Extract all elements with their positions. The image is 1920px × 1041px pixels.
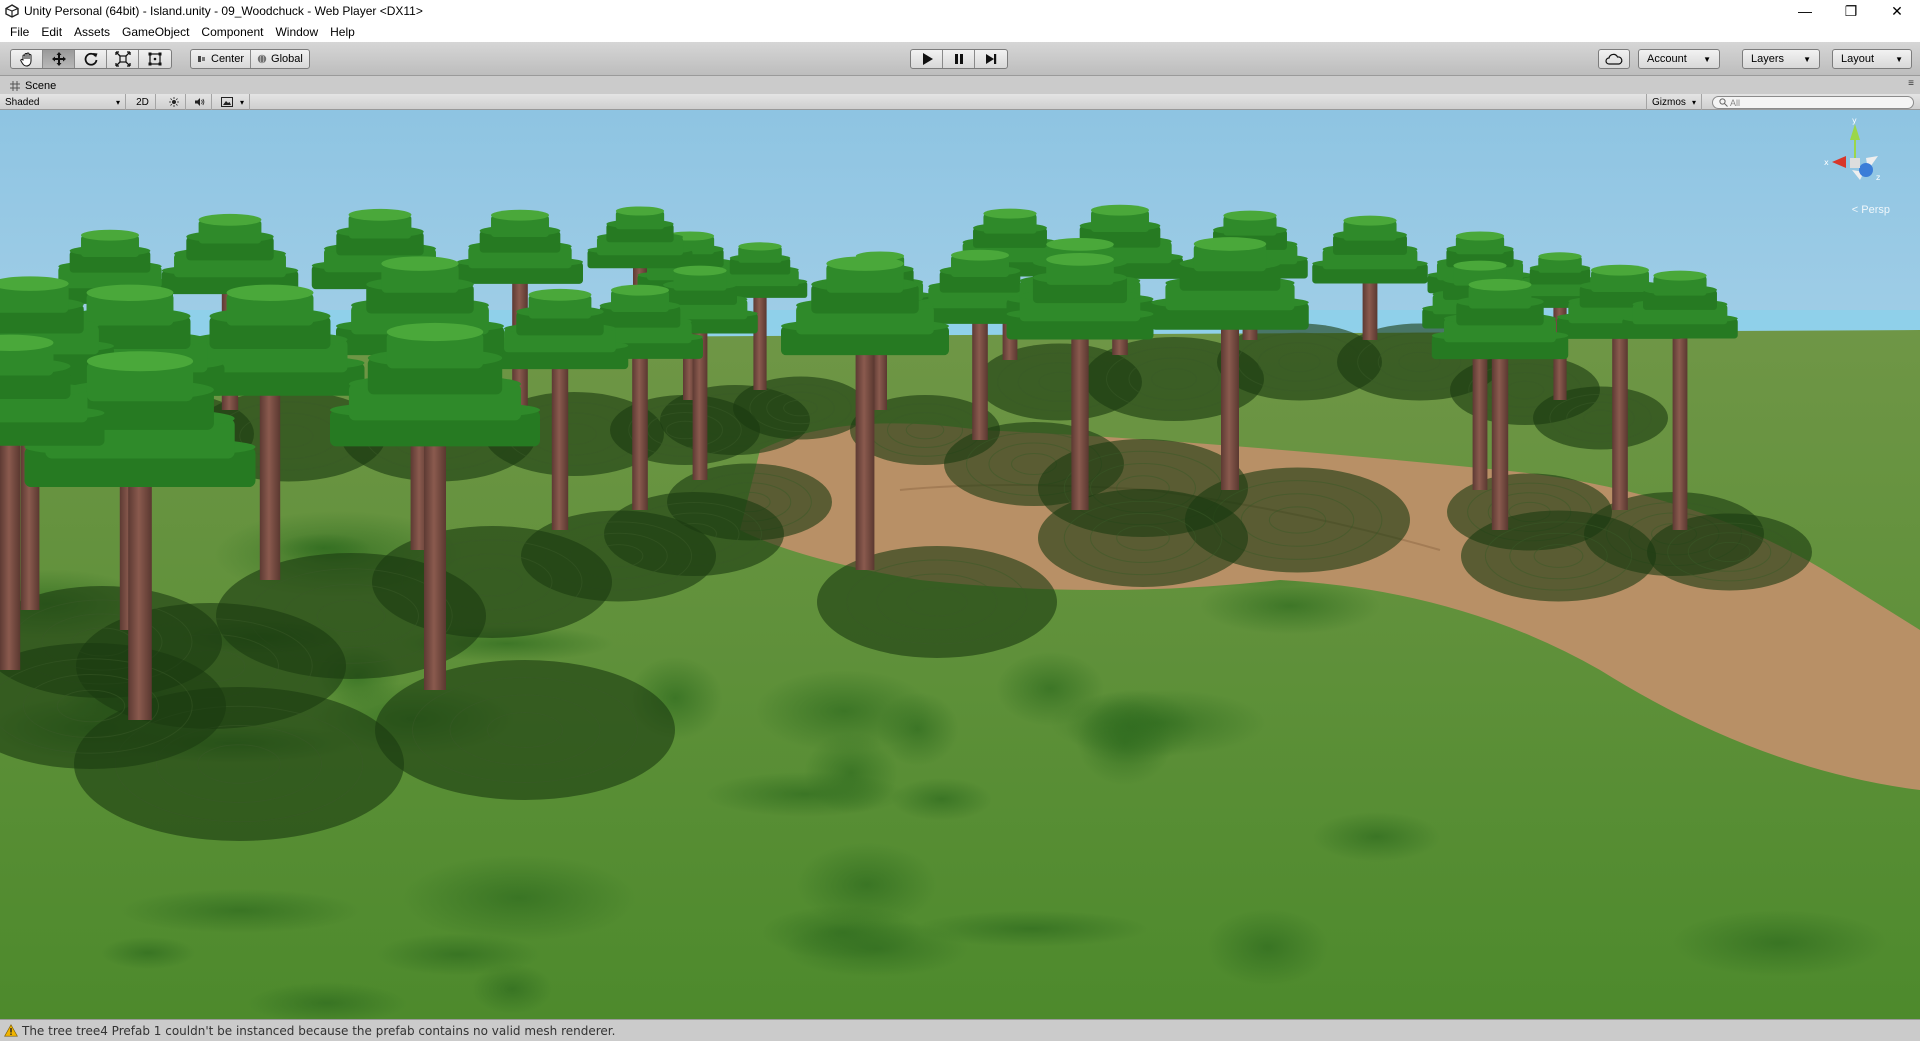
move-icon xyxy=(51,52,66,66)
scene-grid-icon xyxy=(10,80,20,91)
pivot-center-toggle[interactable]: Center xyxy=(191,50,252,68)
pivot-center-icon xyxy=(198,56,205,62)
orientation-gizmo[interactable]: y x z xyxy=(1820,118,1890,218)
status-message: The tree tree4 Prefab 1 couldn't be inst… xyxy=(22,1023,616,1038)
menu-window[interactable]: Window xyxy=(269,22,324,42)
cloud-icon xyxy=(1605,53,1623,65)
scene-toolbar: Shaded ▾ 2D ▾ Gizmos ▾ All xyxy=(0,94,1920,110)
layers-dropdown[interactable]: Layers ▼ xyxy=(1742,49,1820,69)
scale-icon xyxy=(114,51,131,67)
pivot-global-label: Global xyxy=(271,53,303,65)
menu-help[interactable]: Help xyxy=(324,22,361,42)
hand-tool-button[interactable] xyxy=(11,50,43,68)
maximize-button[interactable]: ❐ xyxy=(1828,0,1874,22)
gizmo-x-label: x xyxy=(1824,158,1829,167)
audio-toggle[interactable] xyxy=(188,94,212,110)
play-icon xyxy=(922,53,933,65)
scene-search-input[interactable]: All xyxy=(1712,96,1914,109)
chevron-down-icon: ▾ xyxy=(1691,97,1696,107)
cloud-button[interactable] xyxy=(1598,49,1630,69)
speaker-icon xyxy=(195,98,205,106)
draw-mode-label: Shaded xyxy=(5,96,40,108)
menu-gameobject[interactable]: GameObject xyxy=(116,22,195,42)
rotate-tool-button[interactable] xyxy=(75,50,107,68)
play-button[interactable] xyxy=(911,50,943,68)
step-button[interactable] xyxy=(975,50,1007,68)
menu-component[interactable]: Component xyxy=(195,22,269,42)
axis-y-arrow[interactable] xyxy=(1850,124,1860,140)
gizmos-dropdown[interactable]: Gizmos ▾ xyxy=(1646,94,1702,110)
window-titlebar: Unity Personal (64bit) - Island.unity - … xyxy=(0,0,1920,22)
layout-label: Layout xyxy=(1841,53,1875,65)
menu-edit[interactable]: Edit xyxy=(35,22,68,42)
chevron-down-icon: ▾ xyxy=(115,97,120,107)
panel-menu-icon[interactable]: ≡ xyxy=(1908,78,1914,89)
move-tool-button[interactable] xyxy=(43,50,75,68)
step-icon xyxy=(986,54,997,64)
menu-file[interactable]: File xyxy=(4,22,35,42)
projection-label[interactable]: < Persp xyxy=(1852,204,1890,216)
chevron-down-icon: ▼ xyxy=(1895,54,1903,64)
effects-dropdown[interactable]: ▾ xyxy=(216,94,250,110)
lighting-toggle[interactable] xyxy=(162,94,186,110)
chevron-down-icon: ▾ xyxy=(239,97,244,107)
main-toolbar: Center Global Account ▼ Layers ▼ Layout ▼ xyxy=(0,42,1920,76)
toggle-2d-button[interactable]: 2D xyxy=(130,94,156,110)
window-title: Unity Personal (64bit) - Island.unity - … xyxy=(24,4,423,18)
scale-tool-button[interactable] xyxy=(107,50,139,68)
rect-icon xyxy=(148,52,162,66)
menu-assets[interactable]: Assets xyxy=(68,22,116,42)
scene-tabbar: Scene ≡ xyxy=(0,76,1920,94)
chevron-down-icon: ▼ xyxy=(1803,54,1811,64)
pivot-global-toggle[interactable]: Global xyxy=(251,50,309,68)
layout-dropdown[interactable]: Layout ▼ xyxy=(1832,49,1912,69)
gizmos-label: Gizmos xyxy=(1652,96,1686,108)
gizmo-z-label: z xyxy=(1876,173,1880,182)
axis-z-arrow[interactable] xyxy=(1859,163,1873,177)
search-icon xyxy=(1719,98,1728,107)
transform-tools xyxy=(10,49,172,69)
warning-icon xyxy=(4,1024,18,1037)
scene-viewport[interactable]: y x z < Persp xyxy=(0,110,1920,1019)
tab-scene-label: Scene xyxy=(25,79,57,92)
search-placeholder: All xyxy=(1730,97,1741,108)
menu-bar: File Edit Assets GameObject Component Wi… xyxy=(0,22,1920,42)
pivot-toggles: Center Global xyxy=(190,49,310,69)
scene-render xyxy=(0,110,1920,1019)
globe-icon xyxy=(257,54,267,64)
sun-icon xyxy=(168,97,179,107)
gizmo-y-label: y xyxy=(1852,118,1857,125)
chevron-down-icon: ▼ xyxy=(1703,54,1711,64)
rotate-icon xyxy=(84,52,97,66)
status-bar[interactable]: The tree tree4 Prefab 1 couldn't be inst… xyxy=(0,1019,1920,1041)
toggle-2d-label: 2D xyxy=(136,96,149,108)
image-effects-icon xyxy=(221,97,233,107)
playback-controls xyxy=(910,49,1008,69)
layers-label: Layers xyxy=(1751,53,1785,65)
account-dropdown[interactable]: Account ▼ xyxy=(1638,49,1720,69)
minimize-button[interactable]: — xyxy=(1782,0,1828,22)
pause-button[interactable] xyxy=(943,50,975,68)
tab-scene[interactable]: Scene xyxy=(4,77,64,94)
hand-icon xyxy=(19,52,31,67)
axis-x-arrow[interactable] xyxy=(1832,156,1846,168)
pause-icon xyxy=(954,54,963,64)
pivot-center-label: Center xyxy=(211,53,245,65)
account-label: Account xyxy=(1647,53,1687,65)
close-button[interactable]: ✕ xyxy=(1874,0,1920,22)
unity-logo-icon xyxy=(4,3,20,19)
draw-mode-dropdown[interactable]: Shaded ▾ xyxy=(0,94,126,110)
rect-tool-button[interactable] xyxy=(139,50,171,68)
